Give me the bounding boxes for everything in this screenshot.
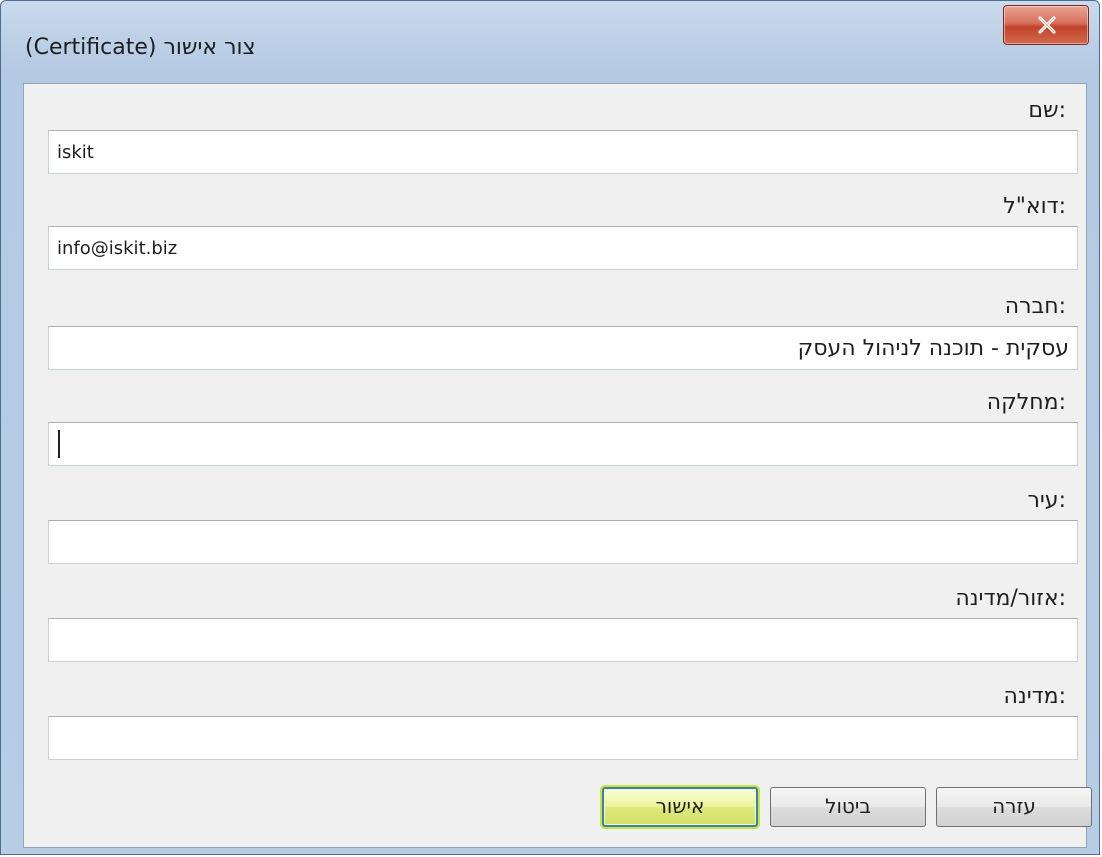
help-button[interactable]: עזרה bbox=[936, 787, 1092, 827]
region-field[interactable] bbox=[48, 618, 1078, 662]
close-button[interactable] bbox=[1003, 5, 1089, 45]
close-icon bbox=[1038, 16, 1056, 34]
company-field[interactable] bbox=[48, 326, 1078, 370]
name-label: :שם bbox=[1028, 98, 1066, 123]
certificate-dialog: צור אישור (Certificate) :שם :דוא"ל :חברה… bbox=[0, 0, 1100, 855]
city-field[interactable] bbox=[48, 520, 1078, 564]
country-field[interactable] bbox=[48, 716, 1078, 760]
cancel-button[interactable]: ביטול bbox=[770, 787, 926, 827]
text-caret bbox=[58, 430, 60, 458]
title-bar[interactable]: צור אישור (Certificate) bbox=[1, 1, 1099, 81]
window-title: צור אישור (Certificate) bbox=[25, 35, 256, 60]
name-field[interactable] bbox=[48, 130, 1078, 174]
ok-button[interactable]: אישור bbox=[602, 787, 758, 827]
dialog-body: :שם :דוא"ל :חברה :מחלקה :עיר :אזור/מדינה… bbox=[23, 83, 1092, 848]
email-field[interactable] bbox=[48, 226, 1078, 270]
region-label: :אזור/מדינה bbox=[955, 586, 1066, 611]
country-label: :מדינה bbox=[1003, 684, 1066, 709]
department-field[interactable] bbox=[48, 422, 1078, 466]
email-label: :דוא"ל bbox=[1003, 194, 1066, 219]
city-label: :עיר bbox=[1027, 488, 1066, 513]
department-label: :מחלקה bbox=[986, 390, 1066, 415]
company-label: :חברה bbox=[1004, 294, 1066, 319]
